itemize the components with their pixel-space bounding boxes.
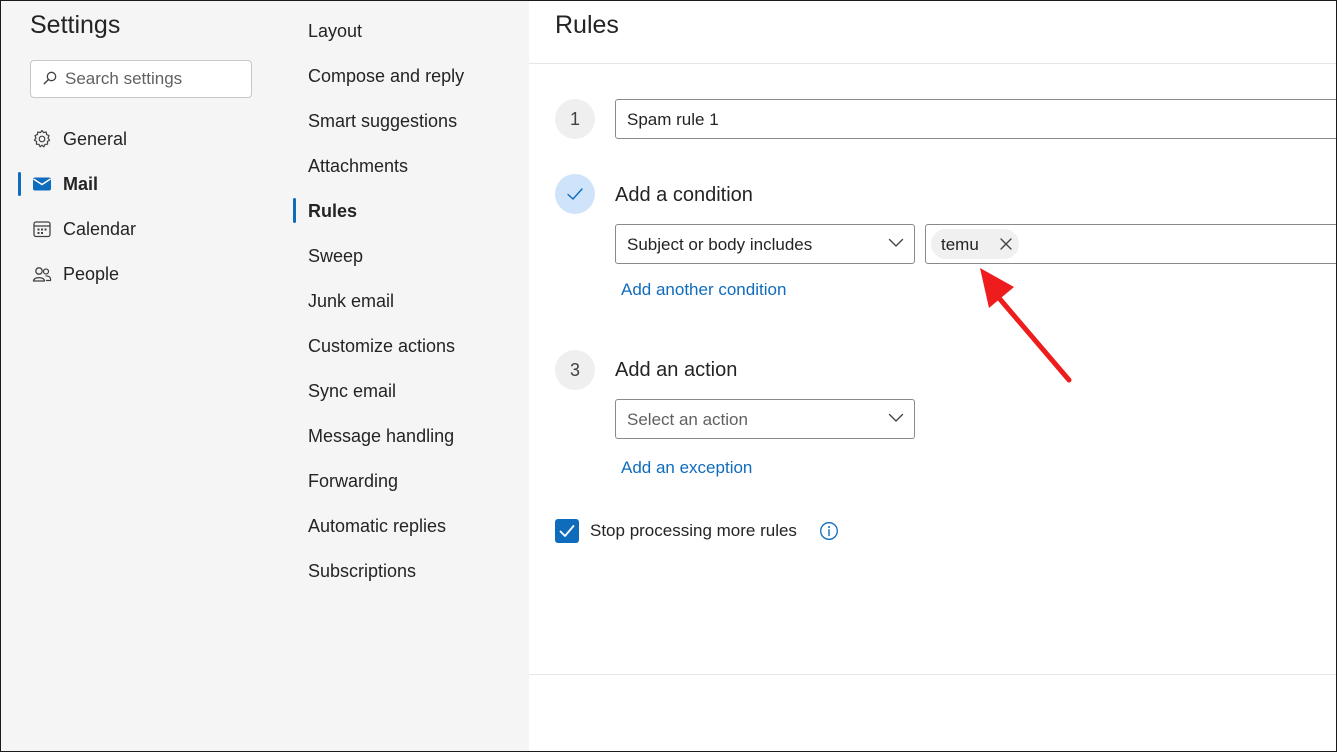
people-icon [32, 267, 52, 282]
rule-editor: Rules 1 Spam rule 1 Add a condition Subj… [529, 1, 1336, 751]
chevron-down-icon [888, 238, 904, 247]
category-calendar[interactable]: Calendar [18, 212, 268, 246]
condition-dropdown[interactable]: Subject or body includes [615, 224, 915, 264]
category-label-calendar: Calendar [63, 219, 137, 239]
gear-icon [33, 129, 51, 148]
rule-name-value: Spam rule 1 [627, 110, 719, 129]
red-arrow-annotation [980, 268, 1072, 383]
add-another-condition-link[interactable]: Add another condition [621, 280, 786, 300]
action-dropdown-placeholder: Select an action [627, 410, 748, 429]
menu-item-attachments[interactable]: Attachments [308, 156, 408, 182]
checkmark-icon [559, 525, 575, 537]
active-indicator [18, 172, 21, 196]
settings-window: Settings General Mail [0, 0, 1337, 752]
header-divider [529, 63, 1336, 64]
menu-item-compose-and-reply[interactable]: Compose and reply [308, 66, 464, 92]
menu-item-rules[interactable]: Rules [308, 201, 357, 227]
calendar-icon [33, 221, 51, 238]
checkmark-icon [567, 188, 583, 200]
settings-title: Settings [30, 11, 121, 39]
settings-sidebar: Settings General Mail [1, 1, 279, 751]
menu-item-sweep[interactable]: Sweep [308, 246, 363, 272]
menu-item-junk-email[interactable]: Junk email [308, 291, 394, 317]
action-dropdown[interactable]: Select an action [615, 399, 915, 439]
add-action-heading: Add an action [615, 359, 738, 381]
category-people[interactable]: People [18, 257, 268, 291]
search-icon [43, 71, 57, 85]
condition-dropdown-value: Subject or body includes [627, 235, 813, 254]
page-title: Rules [555, 11, 619, 39]
add-exception-link[interactable]: Add an exception [621, 458, 752, 478]
menu-item-layout[interactable]: Layout [308, 21, 362, 47]
step-2-badge [555, 174, 595, 214]
footer-divider [529, 674, 1336, 675]
category-general[interactable]: General [18, 122, 268, 156]
menu-item-automatic-replies[interactable]: Automatic replies [308, 516, 446, 542]
search-settings-input[interactable] [65, 61, 245, 97]
menu-item-subscriptions[interactable]: Subscriptions [308, 561, 416, 587]
category-label-general: General [63, 129, 128, 149]
step-3-badge: 3 [555, 350, 595, 390]
mail-settings-menu: Layout Compose and reply Smart suggestio… [279, 1, 529, 751]
category-label-mail: Mail [63, 174, 99, 194]
mail-icon [33, 177, 51, 191]
category-mail[interactable]: Mail [18, 167, 268, 201]
menu-item-sync-email[interactable]: Sync email [308, 381, 396, 407]
menu-item-customize-actions[interactable]: Customize actions [308, 336, 455, 362]
stop-processing-checkbox[interactable] [555, 519, 579, 543]
step-1-badge: 1 [555, 99, 595, 139]
menu-item-smart-suggestions[interactable]: Smart suggestions [308, 111, 457, 137]
close-icon[interactable] [999, 237, 1013, 251]
chevron-down-icon [888, 413, 904, 422]
search-settings-box[interactable] [30, 60, 252, 98]
menu-item-message-handling[interactable]: Message handling [308, 426, 454, 452]
active-indicator [293, 198, 296, 223]
add-condition-heading: Add a condition [615, 184, 753, 206]
stop-processing-label: Stop processing more rules [590, 521, 797, 540]
menu-item-forwarding[interactable]: Forwarding [308, 471, 398, 497]
category-label-people: People [63, 264, 120, 284]
info-icon[interactable] [819, 521, 839, 541]
rule-name-field[interactable]: Spam rule 1 [615, 99, 1336, 139]
